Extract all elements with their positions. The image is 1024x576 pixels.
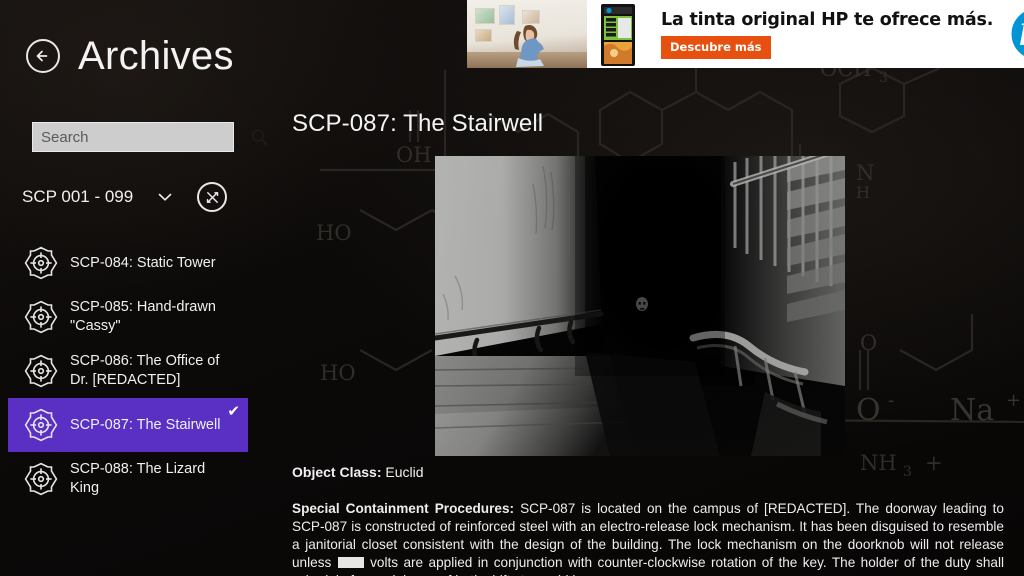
object-class-line: Object Class: Euclid (292, 464, 424, 480)
object-class-label: Object Class: (292, 464, 382, 480)
scp-list-item-label: SCP-087: The Stairwell (70, 416, 221, 433)
scp-list-item[interactable]: SCP-088: The Lizard King (8, 452, 248, 506)
article-title: SCP-087: The Stairwell (292, 110, 544, 137)
scp-list-item-label: SCP-084: Static Tower (70, 254, 216, 271)
page-title: Archives (78, 34, 234, 78)
scp-archives-app: OH NH 2 OCH 3 HO OH CH 2 OH HO O NH 3 + … (0, 0, 1024, 576)
shuffle-icon (206, 191, 218, 203)
search-input[interactable] (33, 123, 244, 151)
scp-logo-icon (24, 408, 58, 442)
scp-logo-icon (24, 246, 58, 280)
filter-row: SCP 001 - 099 (22, 180, 262, 214)
sidebar-header: Archives (0, 0, 280, 76)
back-arrow-icon (36, 50, 48, 62)
scp-logo-icon (24, 354, 58, 388)
chevron-down-icon (158, 193, 172, 201)
procedures-label: Special Containment Procedures: (292, 501, 515, 516)
scp-list-item-selected[interactable]: SCP-087: The Stairwell ✔ (8, 398, 248, 452)
scp-list-item-label: SCP-085: Hand-drawn "Cassy" (70, 299, 216, 334)
scp-list-item-label: SCP-086: The Office of Dr. [REDACTED] (70, 353, 220, 388)
scp-list-item[interactable]: SCP-085: Hand-drawn "Cassy" (8, 290, 248, 344)
body-text-part2: volts are applied in conjunction with co… (292, 555, 1004, 576)
shuffle-button[interactable] (197, 182, 228, 212)
redaction-block (337, 557, 364, 568)
scp-logo-icon (24, 462, 58, 496)
sidebar: Archives SCP 001 - 099 (0, 0, 280, 576)
containment-procedures-text: Special Containment Procedures: SCP-087 … (292, 500, 1004, 576)
scp-range-dropdown[interactable]: SCP 001 - 099 (22, 187, 173, 207)
back-button[interactable] (26, 39, 60, 73)
scp-087-stairwell-photo (435, 156, 845, 456)
scp-list-item[interactable]: SCP-084: Static Tower (8, 236, 248, 290)
search-bar[interactable] (32, 122, 267, 152)
scp-range-label: SCP 001 - 099 (22, 187, 134, 206)
main-content: SCP-087: The Stairwell Object Class: Euc… (280, 0, 1024, 576)
scp-list-item[interactable]: SCP-086: The Office of Dr. [REDACTED] (8, 344, 248, 398)
search-icon[interactable] (244, 123, 274, 151)
selected-check-icon: ✔ (227, 403, 240, 420)
object-class-value: Euclid (385, 464, 424, 480)
scp-logo-icon (24, 300, 58, 334)
scp-list[interactable]: SCP-084: Static Tower SCP-085: Hand-draw… (0, 236, 280, 576)
scp-list-item-label: SCP-088: The Lizard King (70, 461, 206, 496)
